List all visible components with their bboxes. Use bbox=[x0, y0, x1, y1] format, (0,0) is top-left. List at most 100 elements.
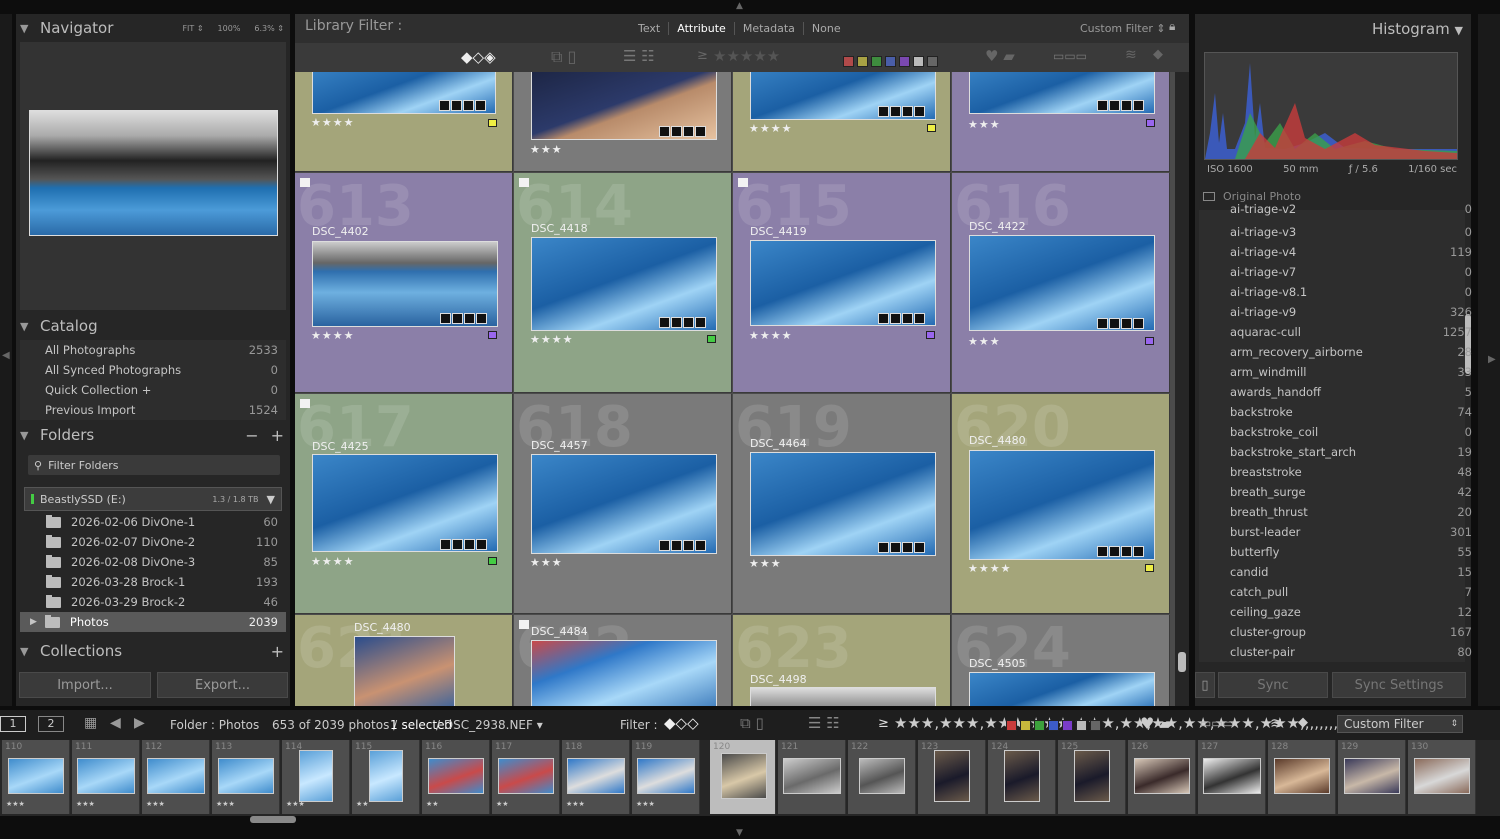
color-swatch-yellow[interactable] bbox=[1020, 720, 1031, 731]
filmstrip-thumbnail[interactable] bbox=[1414, 758, 1470, 794]
rating-stars[interactable]: ★★★ bbox=[530, 556, 563, 569]
filmstrip-thumbnail[interactable] bbox=[498, 758, 554, 794]
rating-stars[interactable]: ★★★ bbox=[749, 557, 782, 570]
collapse-triangle-icon[interactable]: ▼ bbox=[20, 320, 34, 333]
filmstrip-thumbnail[interactable] bbox=[637, 758, 695, 794]
photo-thumbnail[interactable] bbox=[354, 636, 455, 706]
catalog-item-all-photographs[interactable]: All Photographs 2533 bbox=[20, 340, 286, 360]
chevron-down-icon[interactable]: ▼ bbox=[736, 828, 743, 838]
filmstrip-cell[interactable]: 121 bbox=[778, 740, 846, 814]
keyword-row[interactable]: aquarac-cull 1257 bbox=[1212, 322, 1482, 342]
add-collection-button[interactable]: + bbox=[271, 642, 290, 661]
photo-thumbnail[interactable] bbox=[531, 454, 717, 554]
screen-2-button[interactable]: 2 bbox=[38, 716, 64, 732]
keyword-row[interactable]: backstroke 74 bbox=[1212, 402, 1482, 422]
photo-thumbnail[interactable] bbox=[531, 640, 717, 706]
keyword-row[interactable]: ai-triage-v9 326 bbox=[1212, 302, 1482, 322]
filmstrip-thumbnail[interactable] bbox=[1274, 758, 1330, 794]
rating-operator[interactable]: ≥ bbox=[878, 716, 889, 731]
screen-1-button[interactable]: 1 bbox=[0, 716, 26, 732]
tab-none[interactable]: None bbox=[804, 22, 849, 35]
color-label[interactable] bbox=[488, 331, 497, 339]
keyword-row[interactable]: ai-triage-v4 119 bbox=[1212, 242, 1482, 262]
filmstrip-cell[interactable]: 112 ★★★ bbox=[142, 740, 210, 814]
rating-operator[interactable]: ≥ bbox=[697, 48, 708, 63]
grid-cell[interactable]: ★★★★ bbox=[295, 72, 513, 172]
color-swatch-custom[interactable] bbox=[1076, 720, 1087, 731]
photo-thumbnail[interactable] bbox=[312, 454, 498, 552]
keyword-row[interactable]: ai-triage-v7 0 bbox=[1212, 262, 1482, 282]
keyword-row[interactable]: ai-triage-v8.1 0 bbox=[1212, 282, 1482, 302]
pick-flag-icon[interactable] bbox=[738, 178, 748, 187]
collapse-triangle-icon[interactable]: ▼ bbox=[20, 429, 34, 442]
stack-icon[interactable]: ≋ bbox=[1125, 47, 1137, 63]
filter-folders-input[interactable]: ⚲ Filter Folders bbox=[28, 455, 280, 475]
color-label[interactable] bbox=[488, 557, 497, 565]
filmstrip-thumbnail[interactable] bbox=[369, 750, 403, 802]
filmstrip-cell[interactable]: 122 bbox=[848, 740, 916, 814]
filmstrip-stars[interactable]: ★★ bbox=[356, 800, 369, 808]
filmstrip-thumbnail[interactable] bbox=[859, 758, 905, 794]
keyword-row[interactable]: burst-leader 301 bbox=[1212, 522, 1482, 542]
photo-thumbnail[interactable] bbox=[969, 235, 1155, 331]
filmstrip-file-dropdown[interactable]: / DSC_2938.NEF ▾ bbox=[436, 718, 543, 732]
zoom-fit[interactable]: FIT ⇕ bbox=[182, 24, 203, 33]
keyword-row[interactable]: cluster-group 167 bbox=[1212, 622, 1482, 642]
filmstrip-cell[interactable]: 113 ★★★ bbox=[212, 740, 280, 814]
left-panel-toggle-icon[interactable]: ◀ bbox=[2, 350, 10, 361]
filmstrip-thumbnail[interactable] bbox=[1134, 758, 1190, 794]
color-label[interactable] bbox=[1146, 119, 1155, 127]
filmstrip-cell[interactable]: 124 bbox=[988, 740, 1056, 814]
remove-folder-button[interactable]: − bbox=[245, 426, 258, 445]
filmstrip-scrollbar-thumb[interactable] bbox=[250, 816, 296, 823]
filmstrip-thumbnail[interactable] bbox=[77, 758, 135, 794]
grid-cell[interactable]: 616 DSC_4422 ★★★ bbox=[952, 173, 1170, 393]
color-label[interactable] bbox=[707, 335, 716, 343]
filmstrip-stars[interactable]: ★★★ bbox=[286, 800, 305, 808]
filmstrip-stars[interactable]: ★★★ bbox=[216, 800, 235, 808]
grid-cell[interactable]: 614 DSC_4418 ★★★★ bbox=[514, 173, 732, 393]
virtual-copy-icon[interactable]: ◆ bbox=[1298, 715, 1308, 730]
filmstrip-cell[interactable]: 126 bbox=[1128, 740, 1196, 814]
edit-status-icon[interactable]: ⧉ ▯ bbox=[551, 47, 576, 67]
histogram-header[interactable]: Histogram ▼ bbox=[1372, 20, 1463, 38]
folder-item[interactable]: 2026-02-08 DivOne-3 85 bbox=[20, 552, 286, 572]
filmstrip-cell[interactable]: 117 ★★ bbox=[492, 740, 560, 814]
compare-icon[interactable]: ☰ ☷ bbox=[808, 714, 840, 732]
color-swatch-blue[interactable] bbox=[885, 56, 896, 67]
chevron-up-icon[interactable]: ▲ bbox=[736, 1, 743, 11]
color-swatch-green[interactable] bbox=[871, 56, 882, 67]
filmstrip-stars[interactable]: ★★★ bbox=[6, 800, 25, 808]
tab-text[interactable]: Text bbox=[630, 22, 670, 35]
add-folder-button[interactable]: + bbox=[271, 426, 284, 445]
filmstrip-thumbnail[interactable] bbox=[147, 758, 205, 794]
flag-filter-icon[interactable]: ◆◇◇ bbox=[664, 714, 699, 732]
color-swatch-purple[interactable] bbox=[1062, 720, 1073, 731]
filmstrip-scroll-area[interactable]: ▼ bbox=[0, 816, 1500, 839]
color-label[interactable] bbox=[926, 331, 935, 339]
photo-thumbnail[interactable] bbox=[969, 450, 1155, 560]
color-swatch-green[interactable] bbox=[1034, 720, 1045, 731]
catalog-item-quick-collection[interactable]: Quick Collection + 0 bbox=[20, 380, 286, 400]
filmstrip-thumbnail[interactable] bbox=[8, 758, 64, 794]
tab-metadata[interactable]: Metadata bbox=[735, 22, 804, 35]
kind-filter-icon[interactable]: ▭▭▭ bbox=[1200, 716, 1234, 730]
filmstrip-thumbnail[interactable] bbox=[783, 758, 841, 794]
color-swatch-yellow[interactable] bbox=[857, 56, 868, 67]
filmstrip-thumbnail[interactable] bbox=[934, 750, 970, 802]
filmstrip-stars[interactable]: ★★★ bbox=[566, 800, 585, 808]
filmstrip-thumbnail[interactable] bbox=[1203, 758, 1261, 794]
keyword-row[interactable]: candid 15 bbox=[1212, 562, 1482, 582]
grid-cell[interactable]: 620 DSC_4480 ★★★★ bbox=[952, 394, 1170, 614]
expand-triangle-icon[interactable]: ▶ bbox=[30, 617, 37, 627]
filmstrip-cell[interactable]: 130 bbox=[1408, 740, 1476, 814]
filmstrip-cell[interactable]: 114 ★★★ bbox=[282, 740, 350, 814]
grid-cell[interactable]: ★★★ bbox=[952, 72, 1170, 172]
collections-header[interactable]: ▼ Collections + bbox=[16, 639, 290, 663]
heart-icon[interactable]: ♥ ▰ bbox=[1140, 714, 1172, 733]
kind-filter-icon[interactable]: ▭▭▭ bbox=[1053, 49, 1087, 63]
right-panel-toggle-icon[interactable]: ▶ bbox=[1488, 354, 1496, 365]
filmstrip-thumbnail[interactable] bbox=[721, 753, 767, 799]
keyword-row[interactable]: breath_thrust 20 bbox=[1212, 502, 1482, 522]
photo-thumbnail[interactable] bbox=[750, 687, 936, 706]
